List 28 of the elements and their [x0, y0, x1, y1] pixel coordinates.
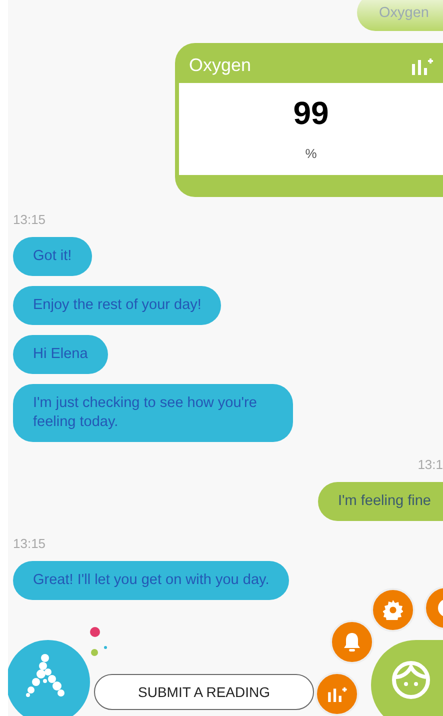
face-icon	[391, 660, 431, 700]
timestamp: 13:15	[13, 213, 46, 227]
decoration-dot	[104, 646, 107, 649]
timestamp: 13:15	[13, 537, 46, 551]
message-bubble: Hi Elena	[13, 335, 108, 374]
reading-unit: %	[305, 146, 317, 161]
submit-reading-button[interactable]: SUBMIT A READING	[94, 674, 314, 710]
message-bubble: I'm feeling fine	[318, 482, 443, 521]
add-chart-icon	[327, 686, 347, 702]
chart-button[interactable]	[315, 672, 359, 716]
profile-button[interactable]	[371, 640, 443, 716]
notifications-button[interactable]	[330, 620, 374, 664]
timestamp: 13:1	[418, 458, 443, 472]
card-title: Oxygen	[189, 55, 252, 76]
message-bubble: Got it!	[13, 237, 92, 276]
bubbles-logo-icon	[25, 653, 65, 697]
logo-button[interactable]	[8, 640, 90, 716]
reading-value: 99	[293, 95, 329, 132]
message-bubble: Enjoy the rest of your day!	[13, 286, 222, 325]
settings-icon	[383, 600, 403, 620]
decoration-dot	[90, 627, 100, 637]
decoration-dot	[91, 649, 98, 656]
add-chart-icon[interactable]	[411, 56, 433, 74]
message-bubble: Great! I'll let you get on with you day.	[13, 561, 290, 600]
bell-icon	[343, 632, 361, 652]
message-bubble: Oxygen	[357, 0, 443, 31]
settings-button[interactable]	[371, 588, 415, 632]
message-bubble: I'm just checking to see how you're feeling today.	[13, 384, 293, 442]
